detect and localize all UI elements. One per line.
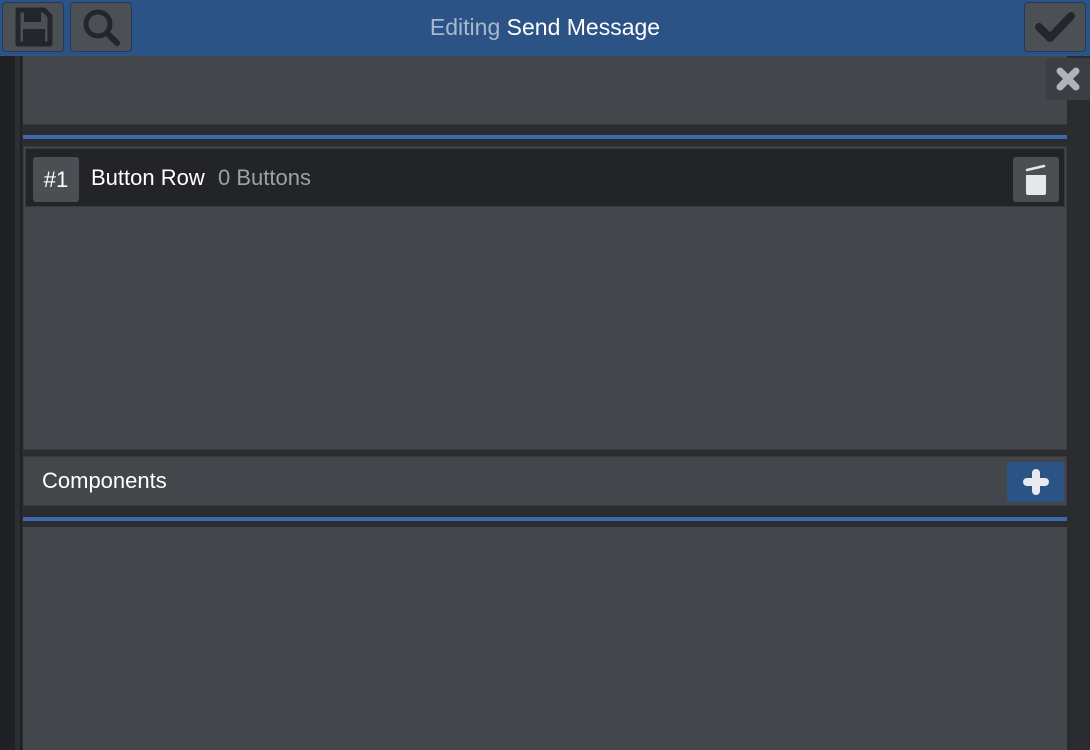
editor-window: Editing Send Message #1 Button Row 0 But… [0,0,1090,750]
row-index-badge: #1 [33,157,79,202]
components-header: Components [23,456,1067,506]
plus-icon [1022,469,1049,495]
section-divider [23,517,1067,521]
confirm-button[interactable] [1024,2,1086,52]
message-preview-panel [23,56,1067,125]
component-detail-panel [23,527,1067,750]
page-title: Editing Send Message [0,0,1090,56]
list-item[interactable]: #1 Button Row 0 Buttons [25,148,1065,207]
row-subtitle: 0 Buttons [218,165,311,190]
title-prefix: Editing [429,14,501,40]
add-component-button[interactable] [1007,462,1064,502]
delete-row-button[interactable] [1013,157,1059,202]
components-label: Components [42,468,167,493]
row-title: Button Row [91,165,205,190]
title-name: Send Message [506,14,661,40]
header-bar: Editing Send Message [0,0,1090,56]
left-edge [0,56,22,750]
checkmark-icon [1035,12,1075,42]
component-list: #1 Button Row 0 Buttons [23,146,1067,450]
section-divider [23,135,1067,139]
trash-can-icon [1025,164,1046,195]
x-icon [1056,67,1080,91]
close-button[interactable] [1046,58,1090,100]
